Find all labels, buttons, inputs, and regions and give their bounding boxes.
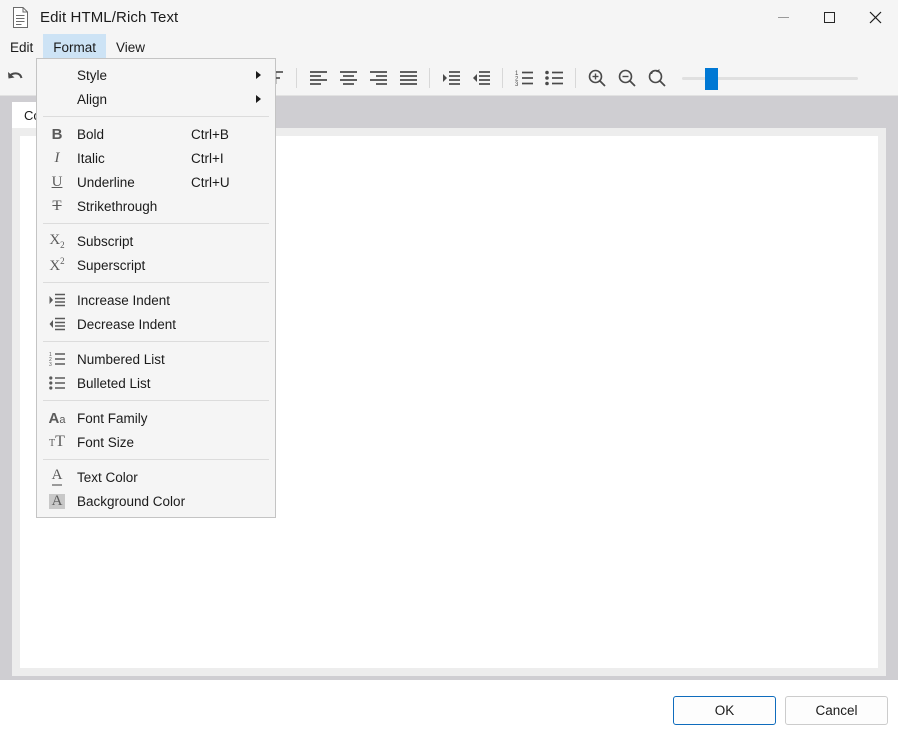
align-center-icon[interactable] [333,63,363,93]
toolbar-separator [502,68,503,88]
title-bar: Edit HTML/Rich Text [0,0,898,34]
menu-item-label: Numbered List [77,352,191,367]
menu-item-decrease-indent[interactable]: Decrease Indent [37,312,275,336]
increase-indent-icon [37,288,77,312]
zoom-reset-icon[interactable] [642,63,672,93]
menu-item-background-color[interactable]: A Background Color [37,489,275,513]
menu-item-label: Strikethrough [77,199,191,214]
menu-item-numbered-list[interactable]: 1 2 3 Numbered List [37,347,275,371]
font-size-icon: TT [37,430,77,454]
bulleted-list-icon[interactable] [539,63,569,93]
menu-item-text-color[interactable]: A Text Color [37,465,275,489]
menu-item-label: Text Color [77,470,191,485]
menu-item-style[interactable]: Style [37,63,275,87]
numbered-list-icon[interactable]: 1 2 3 [509,63,539,93]
menu-item-label: Decrease Indent [77,317,191,332]
align-icon [37,87,77,111]
bulleted-list-icon [37,371,77,395]
style-icon [37,63,77,87]
menu-item-label: Style [77,68,275,83]
zoom-out-icon[interactable] [612,63,642,93]
menu-item-increase-indent[interactable]: Increase Indent [37,288,275,312]
format-dropdown-menu: Style Align B Bold Ctrl+B I Italic Ctrl+… [36,58,276,518]
menu-item-label: Font Size [77,435,191,450]
menu-item-bold[interactable]: B Bold Ctrl+B [37,122,275,146]
toolbar-separator [296,68,297,88]
align-left-icon[interactable] [303,63,333,93]
decrease-indent-icon [37,312,77,336]
superscript-icon: X2 [37,253,77,277]
svg-text:3: 3 [49,362,52,366]
menu-item-label: Increase Indent [77,293,191,308]
maximize-icon[interactable] [806,0,852,34]
edit-html-rich-text-dialog: Edit HTML/Rich Text Edit Format View [0,0,898,732]
font-family-icon: Aa [37,406,77,430]
menu-item-font-family[interactable]: Aa Font Family [37,406,275,430]
toolbar-separator [575,68,576,88]
menu-item-label: Align [77,92,275,107]
italic-icon: I [37,146,77,170]
chevron-right-icon [256,71,261,79]
zoom-slider-handle[interactable] [705,68,718,90]
menubar-item-format[interactable]: Format [43,34,106,60]
text-color-icon: A [37,465,77,489]
menu-item-bulleted-list[interactable]: Bulleted List [37,371,275,395]
menu-item-superscript[interactable]: X2 Superscript [37,253,275,277]
undo-icon[interactable] [0,63,30,93]
menu-item-label: Bold [77,127,191,142]
menubar-item-view[interactable]: View [106,34,155,60]
subscript-icon: X2 [37,229,77,253]
svg-text:3: 3 [515,82,519,86]
menu-item-strikethrough[interactable]: T Strikethrough [37,194,275,218]
bold-icon: B [37,122,77,146]
menu-item-underline[interactable]: U Underline Ctrl+U [37,170,275,194]
align-justify-icon[interactable] [393,63,423,93]
align-right-icon[interactable] [363,63,393,93]
chevron-right-icon [256,95,261,103]
menu-item-label: Italic [77,151,191,166]
menu-item-shortcut: Ctrl+U [191,175,275,190]
document-icon [10,5,30,29]
menu-item-italic[interactable]: I Italic Ctrl+I [37,146,275,170]
menu-item-label: Font Family [77,411,191,426]
menu-item-label: Underline [77,175,191,190]
menu-item-label: Background Color [77,494,191,509]
menu-separator [43,459,269,460]
zoom-in-icon[interactable] [582,63,612,93]
menu-separator [43,223,269,224]
menu-item-font-size[interactable]: TT Font Size [37,430,275,454]
menu-item-label: Superscript [77,258,191,273]
close-icon[interactable] [852,0,898,34]
menu-bar: Edit Format View [0,34,898,60]
zoom-slider[interactable] [682,68,858,88]
menu-item-label: Bulleted List [77,376,191,391]
toolbar-separator [429,68,430,88]
menu-separator [43,400,269,401]
menu-item-shortcut: Ctrl+I [191,151,275,166]
menu-separator [43,282,269,283]
minimize-icon[interactable] [760,0,806,34]
menu-item-shortcut: Ctrl+B [191,127,275,142]
dialog-footer: OK Cancel [0,680,898,732]
numbered-list-icon: 1 2 3 [37,347,77,371]
window-controls [760,0,898,34]
cancel-button[interactable]: Cancel [785,696,888,725]
menu-item-align[interactable]: Align [37,87,275,111]
strikethrough-icon: T [37,194,77,218]
ok-button[interactable]: OK [673,696,776,725]
menubar-item-edit[interactable]: Edit [0,34,43,60]
menu-item-subscript[interactable]: X2 Subscript [37,229,275,253]
underline-icon: U [37,170,77,194]
background-color-icon: A [37,489,77,513]
menu-item-label: Subscript [77,234,191,249]
increase-indent-icon[interactable] [436,63,466,93]
decrease-indent-icon[interactable] [466,63,496,93]
menu-separator [43,116,269,117]
menu-separator [43,341,269,342]
window-title: Edit HTML/Rich Text [40,9,178,26]
